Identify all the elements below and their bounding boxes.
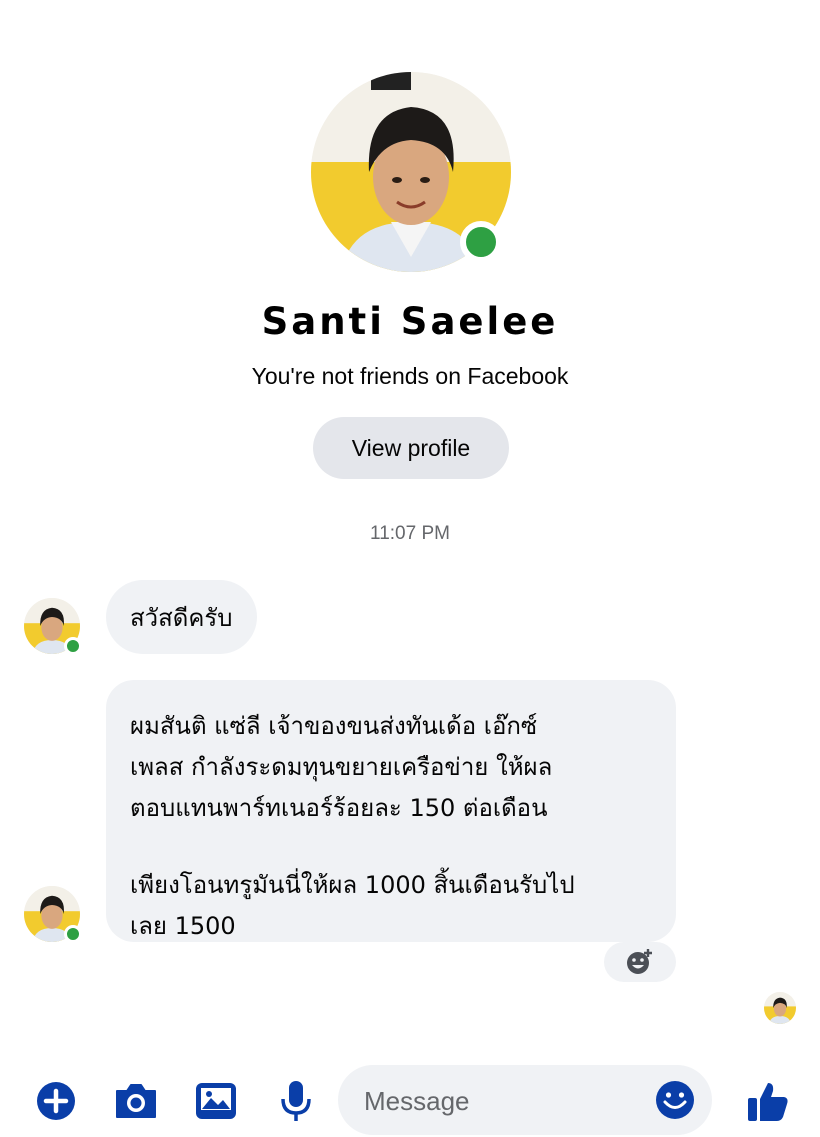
gallery-icon (196, 1083, 236, 1119)
microphone-icon (281, 1081, 311, 1121)
more-actions-button[interactable] (30, 1075, 82, 1127)
message-timestamp: 11:07 PM (370, 523, 450, 544)
voice-message-button[interactable] (270, 1075, 322, 1127)
message-text: สวัสดีครับ (130, 603, 233, 632)
message-input[interactable] (362, 1065, 646, 1137)
add-reaction-icon (627, 949, 652, 974)
message-bubble[interactable]: สวัสดีครับ (106, 580, 257, 654)
seen-photo (764, 992, 796, 1024)
online-status-indicator (64, 925, 82, 943)
thumbs-up-icon (748, 1083, 788, 1121)
message-line: ตอบแทนพาร์ทเนอร์ร้อยละ 150 ต่อเดือน (130, 794, 548, 822)
plus-circle-icon (37, 1082, 75, 1120)
emoji-button[interactable] (654, 1079, 696, 1121)
gallery-button[interactable] (190, 1075, 242, 1127)
camera-button[interactable] (110, 1075, 162, 1127)
message-bubble[interactable]: ผมสันติ แซ่ลี เจ้าของขนส่งทันเด้อ เอ๊กซ์… (106, 680, 676, 942)
message-line: ผมสันติ แซ่ลี เจ้าของขนส่งทันเด้อ เอ๊กซ์ (130, 712, 538, 740)
camera-icon (116, 1084, 156, 1118)
friendship-status: You're not friends on Facebook (251, 363, 569, 389)
view-profile-button[interactable]: View profile (313, 417, 509, 479)
message-line: เลย 1500 (130, 912, 236, 940)
emoji-icon (656, 1081, 694, 1119)
message-line: เพียงโอนทรูมันนี่ให้ผล 1000 สิ้นเดือนรับ… (130, 871, 575, 899)
message-field[interactable] (338, 1065, 712, 1137)
online-status-indicator (460, 221, 502, 263)
seen-receipt-avatar (764, 992, 796, 1024)
add-reaction-button[interactable] (604, 942, 676, 982)
contact-name: Santi Saelee (261, 300, 559, 343)
message-line: เพลส กำลังระดมทุนขยายเครือข่าย ให้ผล (130, 753, 553, 781)
online-status-indicator (64, 637, 82, 655)
like-button[interactable] (742, 1075, 794, 1127)
